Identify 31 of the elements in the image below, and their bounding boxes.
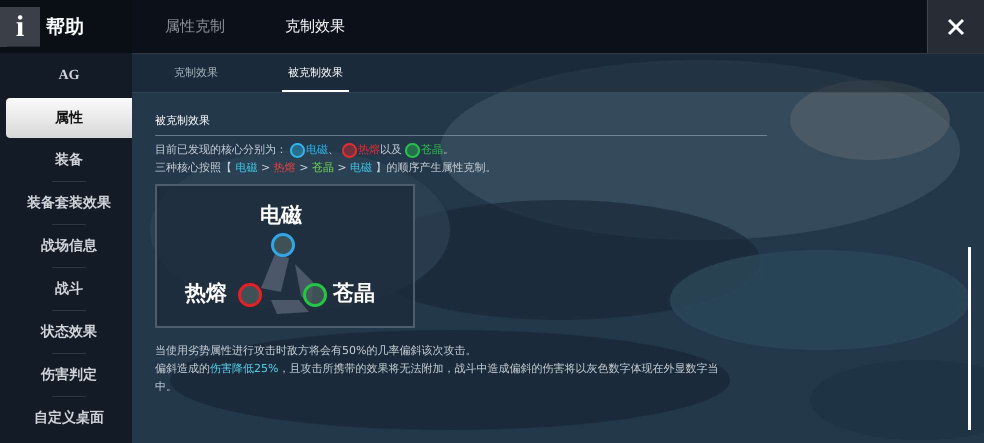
paragraph: 偏斜造成的伤害降低25%，且攻击所携带的效果将无法附加，战斗中造成偏斜的伤害将以灰色数字体现在外显数字当中。: [155, 361, 720, 395]
section-title: 被克制效果: [155, 113, 767, 136]
intro-text: 目前已发现的核心分别为：: [155, 142, 287, 158]
sidebar-item[interactable]: 状态效果: [6, 312, 132, 352]
close-icon: [946, 16, 966, 36]
paragraph: 三种核心按照【 电磁 > 热熔 > 苍晶 > 电磁 】的顺序产生属性克制。: [155, 160, 498, 176]
tab[interactable]: 克制效果: [285, 0, 345, 53]
sidebar-item[interactable]: 装备: [6, 140, 132, 180]
core-label: 热熔: [185, 280, 227, 307]
sidebar-item[interactable]: 战斗: [6, 269, 132, 309]
close-button[interactable]: [927, 0, 984, 53]
paragraph: 当使用劣势属性进行攻击时敌方将会有50%的几率偏斜该次攻击。: [155, 343, 478, 359]
sidebar-item[interactable]: 伤害判定: [6, 355, 132, 395]
core-name: 电磁: [306, 142, 328, 158]
sidebar-item[interactable]: AG: [6, 56, 132, 96]
intro-text: 、: [328, 142, 339, 158]
sidebar-item[interactable]: 装备套装效果: [6, 183, 132, 223]
core-label: 电磁: [260, 202, 302, 229]
intro-text: 以及: [380, 142, 402, 158]
info-badge: i: [0, 6, 40, 46]
tab[interactable]: 属性克制: [165, 0, 225, 53]
sidebar-item[interactable]: 战场信息: [6, 226, 132, 266]
core-label: 苍晶: [333, 280, 375, 307]
sidebar-item[interactable]: 自定义桌面: [6, 398, 132, 438]
subtab[interactable]: 克制效果: [168, 54, 224, 92]
core-name: 热熔: [358, 142, 380, 158]
core-name: 苍晶: [421, 142, 443, 158]
sidebar-item[interactable]: 属性: [6, 98, 132, 138]
header-title: 帮助: [46, 16, 84, 40]
subtab[interactable]: 被克制效果: [282, 54, 349, 92]
intro-text: 。: [443, 142, 454, 158]
